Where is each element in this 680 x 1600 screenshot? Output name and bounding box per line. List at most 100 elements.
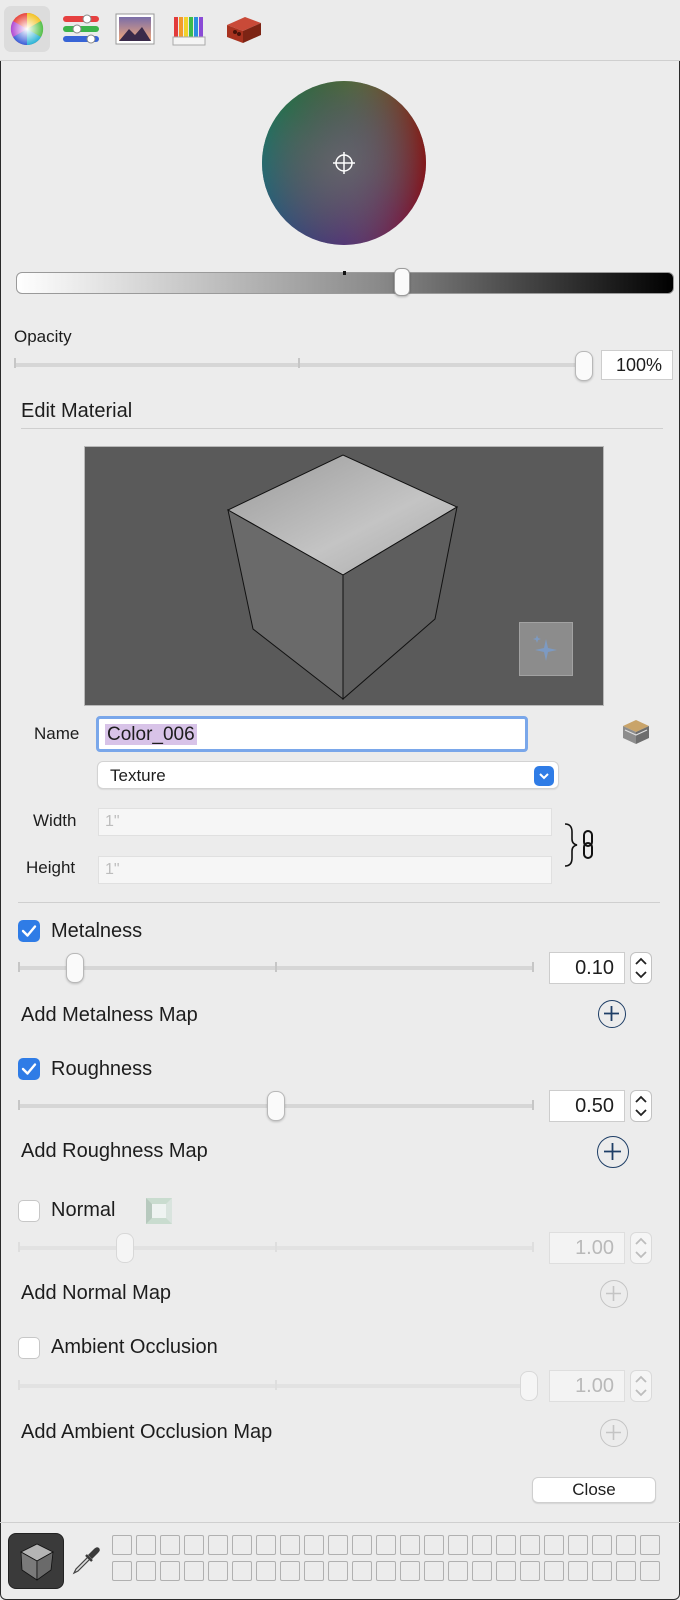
swatch-cell[interactable] <box>472 1535 492 1555</box>
swatch-cell[interactable] <box>208 1535 228 1555</box>
swatch-cell[interactable] <box>568 1561 588 1581</box>
swatch-cell[interactable] <box>136 1561 156 1581</box>
swatch-cell[interactable] <box>376 1535 396 1555</box>
swatch-cell[interactable] <box>496 1535 516 1555</box>
material-preview[interactable] <box>84 446 604 706</box>
brightness-slider[interactable] <box>16 272 674 294</box>
swatch-cell[interactable] <box>376 1561 396 1581</box>
swatch-cell[interactable] <box>208 1561 228 1581</box>
swatch-cell[interactable] <box>544 1561 564 1581</box>
metalness-stepper[interactable] <box>630 952 652 984</box>
swatch-cell[interactable] <box>424 1535 444 1555</box>
name-input[interactable]: Color_006 <box>96 716 528 752</box>
ambient-occlusion-slider-knob[interactable] <box>520 1371 538 1401</box>
swatch-cell[interactable] <box>544 1535 564 1555</box>
recent-swatches-grid <box>112 1535 672 1585</box>
normal-stepper[interactable] <box>630 1232 652 1264</box>
roughness-checkbox[interactable] <box>18 1058 40 1080</box>
roughness-label: Roughness <box>51 1058 153 1080</box>
height-field[interactable]: 1" <box>98 856 552 884</box>
crosshair-icon[interactable] <box>332 151 356 175</box>
swatch-cell[interactable] <box>520 1561 540 1581</box>
roughness-value-field[interactable]: 0.50 <box>549 1090 625 1122</box>
swatch-cell[interactable] <box>352 1535 372 1555</box>
swatch-cell[interactable] <box>448 1561 468 1581</box>
stepper-arrows-icon <box>635 957 647 979</box>
swatch-cell[interactable] <box>280 1561 300 1581</box>
swatch-cell[interactable] <box>184 1561 204 1581</box>
add-ambient-occlusion-map-button[interactable] <box>600 1419 628 1447</box>
add-metalness-map-button[interactable] <box>598 1000 626 1028</box>
swatch-cell[interactable] <box>352 1561 372 1581</box>
swatch-cell[interactable] <box>136 1535 156 1555</box>
opacity-slider-knob[interactable] <box>575 351 593 381</box>
metalness-checkbox[interactable] <box>18 920 40 942</box>
ambient-occlusion-tick <box>275 1380 277 1390</box>
swatch-cell[interactable] <box>328 1561 348 1581</box>
swatch-cell[interactable] <box>616 1561 636 1581</box>
pencils-tab[interactable] <box>166 6 212 52</box>
ambient-occlusion-checkbox[interactable] <box>18 1337 40 1359</box>
swatch-cell[interactable] <box>424 1561 444 1581</box>
swatch-cell[interactable] <box>592 1561 612 1581</box>
add-ambient-occlusion-map-label: Add Ambient Occlusion Map <box>21 1421 273 1443</box>
plus-icon <box>604 1006 619 1021</box>
normal-value-field[interactable]: 1.00 <box>549 1232 625 1264</box>
swatch-cell[interactable] <box>232 1535 252 1555</box>
roughness-slider-knob[interactable] <box>267 1091 285 1121</box>
swatch-cell[interactable] <box>520 1535 540 1555</box>
swatch-cell[interactable] <box>280 1535 300 1555</box>
swatch-cell[interactable] <box>400 1561 420 1581</box>
swatch-cell[interactable] <box>640 1561 660 1581</box>
swatch-cell[interactable] <box>400 1535 420 1555</box>
swatch-cell[interactable] <box>232 1561 252 1581</box>
material-stack-button[interactable] <box>620 716 652 748</box>
swatch-cell[interactable] <box>592 1535 612 1555</box>
swatch-cell[interactable] <box>112 1561 132 1581</box>
normal-checkbox[interactable] <box>18 1200 40 1222</box>
close-button[interactable]: Close <box>532 1477 656 1503</box>
width-field[interactable]: 1" <box>98 808 552 836</box>
add-normal-map-button[interactable] <box>600 1280 628 1308</box>
sparkle-button[interactable] <box>519 622 573 676</box>
texture-select[interactable]: Texture <box>97 761 559 789</box>
swatch-cell[interactable] <box>160 1561 180 1581</box>
color-wheel-tab[interactable] <box>4 6 50 52</box>
swatch-cell[interactable] <box>256 1535 276 1555</box>
ambient-occlusion-value-field[interactable]: 1.00 <box>549 1370 625 1402</box>
swatch-cell[interactable] <box>568 1535 588 1555</box>
opacity-value-field[interactable]: 100% <box>601 350 673 380</box>
stepper-arrows-icon <box>635 1237 647 1259</box>
roughness-stepper[interactable] <box>630 1090 652 1122</box>
swatch-cell[interactable] <box>496 1561 516 1581</box>
swatch-cell[interactable] <box>256 1561 276 1581</box>
swatch-cell[interactable] <box>640 1535 660 1555</box>
add-roughness-map-button[interactable] <box>597 1136 629 1168</box>
height-label: Height <box>26 858 76 877</box>
link-dimensions-button[interactable] <box>562 822 598 868</box>
color-sliders-icon <box>63 14 99 44</box>
brightness-slider-knob[interactable] <box>394 268 410 296</box>
opacity-tick <box>14 358 16 368</box>
swatch-cell[interactable] <box>472 1561 492 1581</box>
swatch-cell[interactable] <box>304 1561 324 1581</box>
texture-select-value: Texture <box>110 766 166 785</box>
current-material-swatch[interactable] <box>8 1533 64 1589</box>
image-palette-tab[interactable] <box>112 6 158 52</box>
swatch-cell[interactable] <box>448 1535 468 1555</box>
eyedropper-button[interactable] <box>70 1543 102 1577</box>
metalness-slider-knob[interactable] <box>66 953 84 983</box>
metalness-value-field[interactable]: 0.10 <box>549 952 625 984</box>
materials-tab[interactable] <box>220 6 266 52</box>
swatch-cell[interactable] <box>616 1535 636 1555</box>
color-sliders-tab[interactable] <box>58 6 104 52</box>
color-wheel[interactable] <box>261 80 427 246</box>
ambient-occlusion-stepper[interactable] <box>630 1370 652 1402</box>
normal-slider-knob[interactable] <box>116 1233 134 1263</box>
cube-swatch-icon <box>20 1543 54 1581</box>
swatch-cell[interactable] <box>328 1535 348 1555</box>
swatch-cell[interactable] <box>112 1535 132 1555</box>
swatch-cell[interactable] <box>304 1535 324 1555</box>
swatch-cell[interactable] <box>160 1535 180 1555</box>
swatch-cell[interactable] <box>184 1535 204 1555</box>
